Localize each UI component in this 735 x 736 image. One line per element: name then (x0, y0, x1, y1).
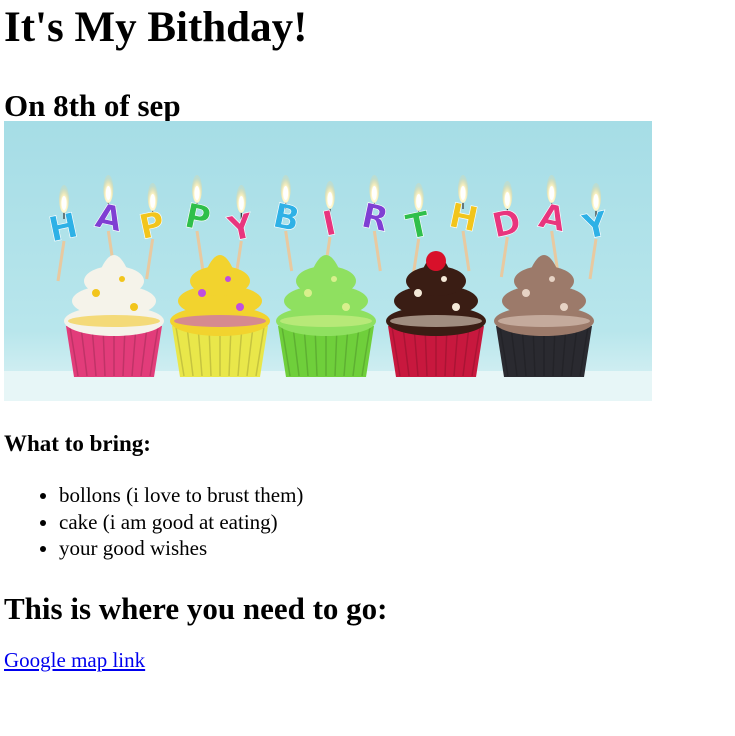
bring-list: bollons (i love to brust them) cake (i a… (4, 482, 731, 562)
list-item: cake (i am good at eating) (59, 509, 731, 536)
google-map-link[interactable]: Google map link (4, 647, 145, 673)
list-item: your good wishes (59, 535, 731, 562)
birthday-cupcakes-image: HAPPYBIRTHDAY (4, 121, 652, 401)
cherry (426, 251, 446, 271)
page-content: It's My Bithday! On 8th of sep HAPPYBIRT… (0, 0, 735, 673)
bring-heading: What to bring: (4, 431, 151, 456)
page-title: It's My Bithday! (4, 4, 308, 51)
directions-heading: This is where you need to go: (4, 590, 388, 626)
list-item: bollons (i love to brust them) (59, 482, 731, 509)
date-heading: On 8th of sep (4, 88, 181, 123)
